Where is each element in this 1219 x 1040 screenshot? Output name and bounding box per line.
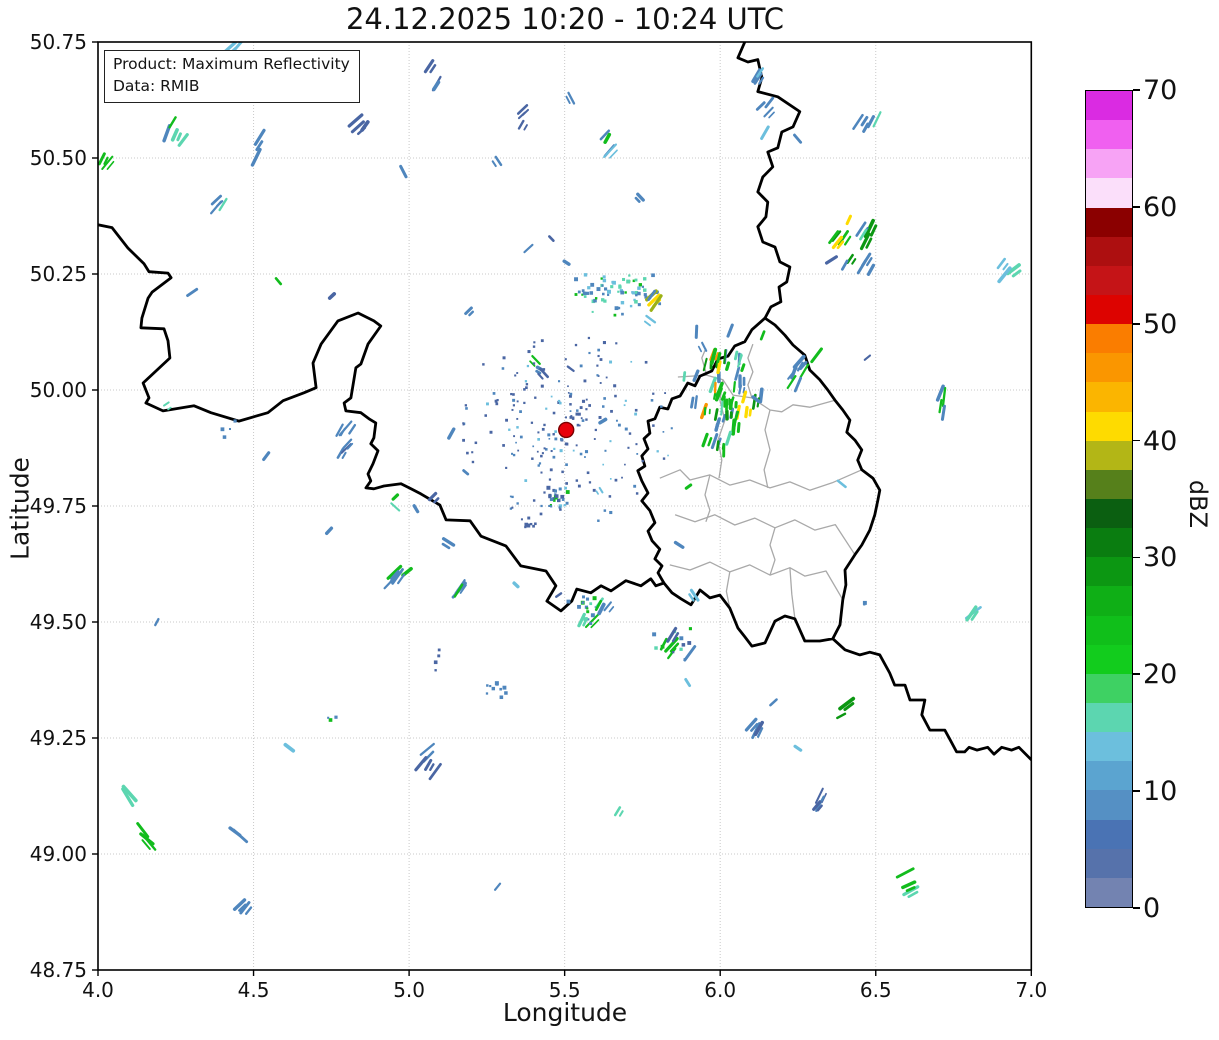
colorbar-cell xyxy=(1086,848,1132,878)
colorbar-cell xyxy=(1086,120,1132,150)
colorbar-tick-label: 10 xyxy=(1143,776,1178,808)
colorbar-tick xyxy=(1133,907,1140,909)
colorbar-tick xyxy=(1133,206,1140,208)
colorbar xyxy=(1085,90,1133,908)
colorbar-cell xyxy=(1086,528,1132,558)
svg-text:50.00: 50.00 xyxy=(30,378,87,402)
svg-text:48.75: 48.75 xyxy=(30,958,87,982)
colorbar-cell xyxy=(1086,382,1132,412)
colorbar-tick-label: 70 xyxy=(1143,75,1178,106)
svg-text:49.25: 49.25 xyxy=(30,726,87,750)
colorbar-cell xyxy=(1086,469,1132,499)
colorbar-cell xyxy=(1086,265,1132,295)
colorbar-cell xyxy=(1086,149,1132,179)
colorbar-cell xyxy=(1086,702,1132,733)
y-axis-label: Latitude xyxy=(5,457,35,560)
colorbar-tick xyxy=(1133,322,1140,325)
colorbar-cell xyxy=(1086,790,1132,820)
map-plot: 4.0 4.5 5.0 5.5 6.0 6.5 7.048.7549.0049.2549.5… xyxy=(30,30,1047,1002)
svg-text:49.00: 49.00 xyxy=(30,842,87,866)
svg-text:50.25: 50.25 xyxy=(30,262,87,286)
colorbar-cell xyxy=(1086,644,1132,674)
colorbar-cell xyxy=(1086,877,1132,907)
colorbar-cell xyxy=(1086,178,1132,208)
colorbar-cell xyxy=(1086,586,1132,616)
colorbar-cell xyxy=(1086,819,1132,849)
svg-text:50.75: 50.75 xyxy=(30,30,87,54)
svg-text:49.75: 49.75 xyxy=(30,494,87,518)
colorbar-tick-label: 60 xyxy=(1143,191,1178,223)
colorbar-tick-label: 20 xyxy=(1143,659,1178,691)
annotation-product: Product: Maximum Reflectivity xyxy=(113,55,350,73)
colorbar-tick xyxy=(1133,673,1140,676)
radar-site-marker xyxy=(558,421,575,439)
colorbar-tick-label: 40 xyxy=(1143,425,1178,457)
colorbar-cell xyxy=(1086,557,1132,587)
plot-content xyxy=(98,42,1032,970)
colorbar-cell xyxy=(1086,207,1132,237)
colorbar-cell xyxy=(1086,324,1132,354)
radar-figure: 24.12.2025 10:20 - 10:24 UTC 4.0 4.5 5.0 5.… xyxy=(0,0,1219,1040)
colorbar-tick-label: 0 xyxy=(1143,893,1161,924)
colorbar-cell xyxy=(1086,732,1132,762)
colorbar-cell xyxy=(1086,615,1132,645)
colorbar-cell xyxy=(1086,353,1132,383)
annotation-box: Product: Maximum Reflectivity Data: RMIB xyxy=(104,50,360,104)
colorbar-cell xyxy=(1086,498,1132,529)
colorbar-cell xyxy=(1086,236,1132,266)
colorbar-tick xyxy=(1133,89,1140,91)
colorbar-label: dBZ xyxy=(1184,479,1212,529)
colorbar-cell xyxy=(1086,440,1132,470)
colorbar-cell xyxy=(1086,91,1132,121)
annotation-source: Data: RMIB xyxy=(113,76,200,95)
colorbar-tick xyxy=(1133,556,1140,559)
colorbar-tick xyxy=(1133,790,1140,792)
svg-text:50.50: 50.50 xyxy=(30,146,87,170)
colorbar-tick-label: 50 xyxy=(1143,308,1178,340)
colorbar-cell xyxy=(1086,761,1132,791)
colorbar-tick-label: 30 xyxy=(1143,542,1178,574)
svg-text:49.50: 49.50 xyxy=(30,610,87,634)
colorbar-tick xyxy=(1133,439,1140,442)
colorbar-cell xyxy=(1086,411,1132,441)
x-axis-label: Longitude xyxy=(502,998,628,1027)
colorbar-cell xyxy=(1086,673,1132,703)
colorbar-cell xyxy=(1086,294,1132,325)
